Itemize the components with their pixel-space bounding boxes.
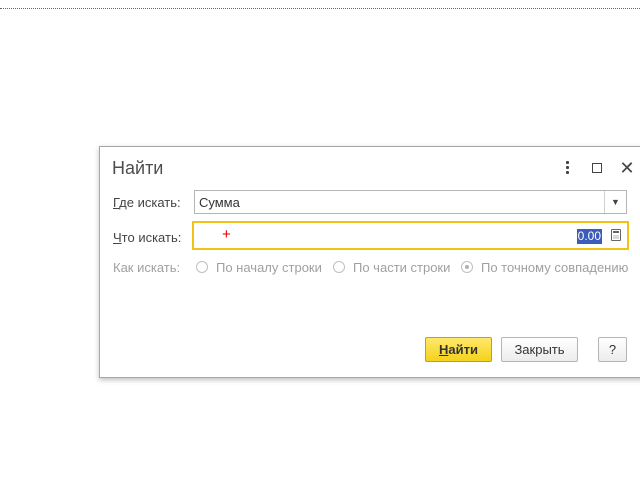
dialog-title: Найти bbox=[112, 158, 164, 178]
vertical-dots-icon[interactable] bbox=[557, 158, 577, 178]
mouse-cursor-icon: + bbox=[222, 226, 231, 243]
chevron-down-icon[interactable]: ▼ bbox=[604, 191, 626, 213]
what-label: Что искать: bbox=[113, 230, 182, 245]
radio-button-checked[interactable] bbox=[461, 261, 473, 273]
how-label: Как искать: bbox=[113, 260, 181, 275]
radio-label: По началу строки bbox=[216, 260, 322, 275]
close-button[interactable]: Закрыть bbox=[501, 337, 578, 362]
radio-button[interactable] bbox=[196, 261, 208, 273]
radio-label: По точному совпадению bbox=[481, 260, 629, 275]
radio-label: По части строки bbox=[353, 260, 451, 275]
what-input-value: 0.00 bbox=[576, 229, 602, 244]
find-dialog: Найти ✕ Где искать: Сумма ▼ Что искать: … bbox=[99, 146, 640, 378]
help-button[interactable]: ? bbox=[598, 337, 627, 362]
where-select-value: Сумма bbox=[199, 195, 240, 210]
find-button[interactable]: Найти bbox=[425, 337, 492, 362]
calculator-icon[interactable] bbox=[611, 229, 621, 241]
where-select[interactable]: Сумма ▼ bbox=[194, 190, 627, 214]
radio-button[interactable] bbox=[333, 261, 345, 273]
where-label: Где искать: bbox=[113, 195, 181, 210]
top-dotted-divider bbox=[0, 8, 640, 9]
close-icon[interactable]: ✕ bbox=[617, 158, 637, 178]
maximize-icon[interactable] bbox=[587, 158, 607, 178]
what-input[interactable]: 0.00 bbox=[192, 221, 629, 250]
